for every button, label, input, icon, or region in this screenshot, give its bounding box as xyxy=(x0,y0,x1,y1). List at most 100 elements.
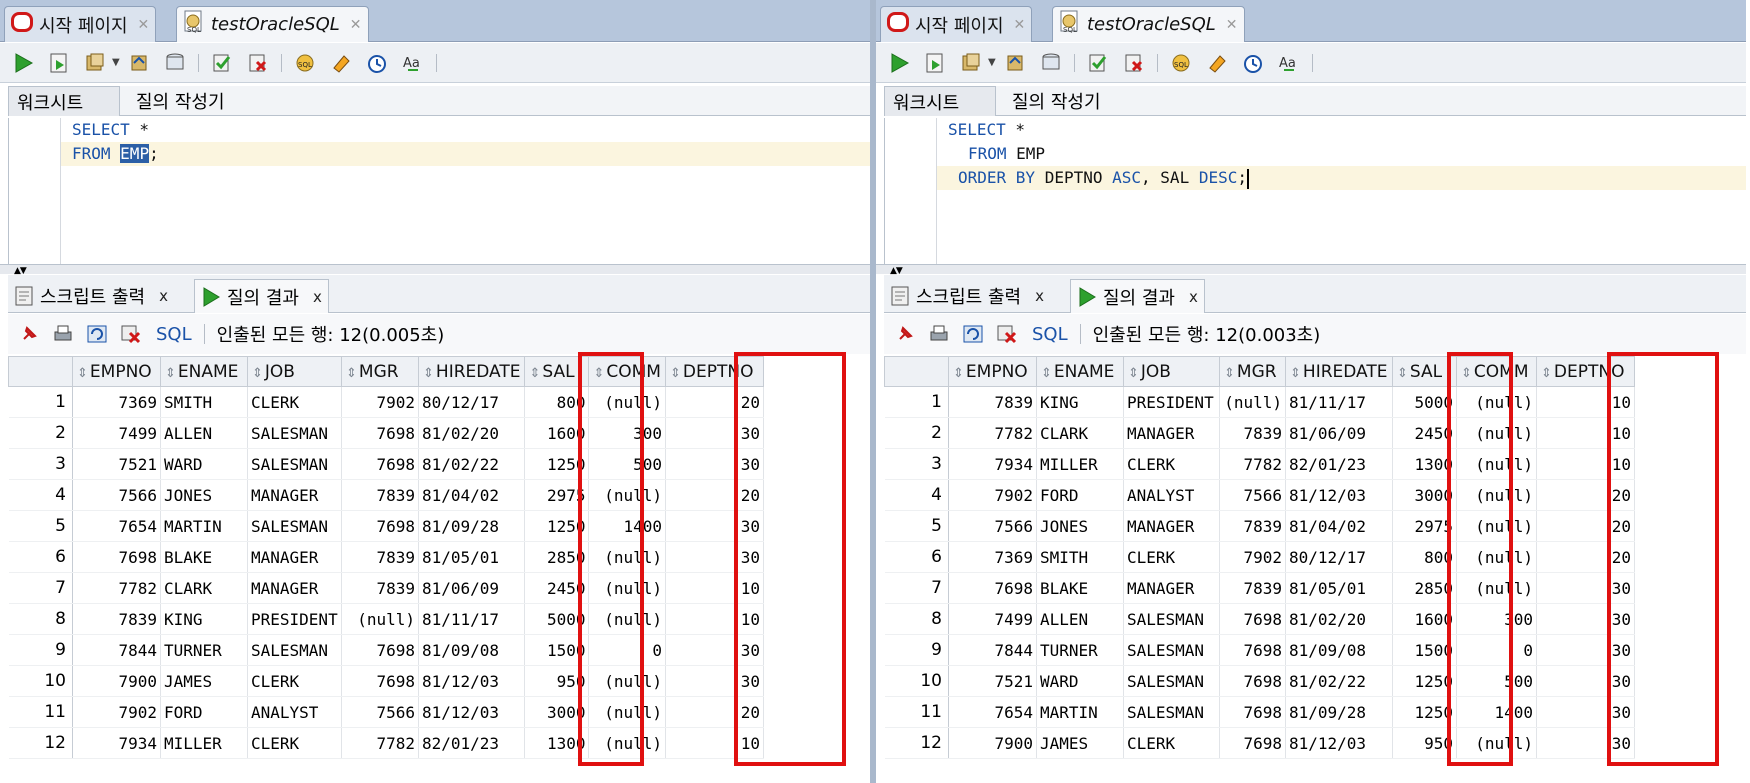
table-cell[interactable]: 30 xyxy=(1536,727,1635,759)
table-cell[interactable]: 1300 xyxy=(524,727,590,759)
table-cell[interactable]: 7566 xyxy=(341,696,419,728)
table-cell[interactable]: 7844 xyxy=(72,634,161,666)
table-cell[interactable]: 81/02/20 xyxy=(418,417,526,449)
pin-icon[interactable] xyxy=(892,321,918,347)
table-cell[interactable]: 81/09/08 xyxy=(1285,634,1393,666)
table-cell[interactable]: (null) xyxy=(588,727,666,759)
table-cell[interactable]: WARD xyxy=(1036,665,1124,697)
table-cell[interactable]: 7698 xyxy=(341,448,419,480)
tab-test-oracle-sql[interactable]: SQL testOracleSQL ✕ xyxy=(1052,6,1245,42)
table-cell[interactable]: 7902 xyxy=(341,386,419,418)
column-header[interactable]: ⇕ ENAME xyxy=(160,356,248,387)
table-cell[interactable]: 1400 xyxy=(588,510,666,542)
tab-query-builder[interactable]: 질의 작성기 xyxy=(1004,86,1109,116)
table-cell[interactable]: SALESMAN xyxy=(247,448,342,480)
column-header[interactable]: ⇕ JOB xyxy=(247,356,342,387)
column-header[interactable]: ⇕ EMPNO xyxy=(72,356,161,387)
table-cell[interactable]: MANAGER xyxy=(1123,510,1220,542)
table-cell[interactable]: SALESMAN xyxy=(247,417,342,449)
table-cell[interactable]: 81/09/28 xyxy=(1285,696,1393,728)
table-cell[interactable]: MANAGER xyxy=(247,479,342,511)
table-cell[interactable]: TURNER xyxy=(1036,634,1124,666)
table-cell[interactable]: CLERK xyxy=(247,665,342,697)
tab-script-output[interactable]: 스크립트 출력 x xyxy=(8,279,174,313)
table-cell[interactable]: 7844 xyxy=(948,634,1037,666)
table-cell[interactable]: 0 xyxy=(588,634,666,666)
table-cell[interactable]: 81/05/01 xyxy=(1285,572,1393,604)
table-cell[interactable]: PRESIDENT xyxy=(1123,386,1220,418)
table-row[interactable]: 9 7844 TURNER SALESMAN 7698 81/09/08 1500 0 30 xyxy=(884,634,1635,666)
query-result-grid[interactable]: ⇕ EMPNO ⇕ ENAME ⇕ JOB ⇕ MGR ⇕ HIREDATE ⇕ SAL ⇕… xyxy=(8,356,764,759)
table-cell[interactable]: 7934 xyxy=(72,727,161,759)
table-cell[interactable]: 81/02/22 xyxy=(1285,665,1393,697)
table-cell[interactable]: 7839 xyxy=(1219,417,1286,449)
table-cell[interactable]: 1250 xyxy=(524,510,590,542)
table-cell[interactable]: 10 xyxy=(1536,386,1635,418)
table-row[interactable]: 1 7369 SMITH CLERK 7902 80/12/17 800 (null) 20 xyxy=(8,386,764,418)
table-cell[interactable]: 30 xyxy=(665,665,764,697)
sql-tuning-icon[interactable]: SQL xyxy=(1168,50,1194,76)
table-cell[interactable]: 7654 xyxy=(72,510,161,542)
eraser-icon[interactable] xyxy=(328,50,354,76)
table-cell[interactable]: 81/06/09 xyxy=(418,572,526,604)
table-cell[interactable]: (null) xyxy=(341,603,419,635)
table-cell[interactable]: 7839 xyxy=(1219,572,1286,604)
table-cell[interactable]: 2975 xyxy=(524,479,590,511)
tab-worksheet[interactable]: 워크시트 xyxy=(884,86,996,116)
table-cell[interactable]: JONES xyxy=(160,479,248,511)
table-row[interactable]: 4 7902 FORD ANALYST 7566 81/12/03 3000 (null) 20 xyxy=(884,479,1635,511)
table-cell[interactable]: 500 xyxy=(1456,665,1537,697)
table-cell[interactable]: MANAGER xyxy=(247,541,342,573)
table-cell[interactable]: 10 xyxy=(1536,417,1635,449)
table-cell[interactable]: 30 xyxy=(1536,634,1635,666)
table-row[interactable]: 11 7654 MARTIN SALESMAN 7698 81/09/28 1250 1400… xyxy=(884,696,1635,728)
table-cell[interactable]: 81/05/01 xyxy=(418,541,526,573)
table-cell[interactable]: MILLER xyxy=(1036,448,1124,480)
tab-query-builder[interactable]: 질의 작성기 xyxy=(128,86,233,116)
table-cell[interactable]: 30 xyxy=(1536,696,1635,728)
table-cell[interactable]: 81/12/03 xyxy=(1285,727,1393,759)
table-cell[interactable]: 20 xyxy=(665,696,764,728)
table-cell[interactable]: 81/02/22 xyxy=(418,448,526,480)
commit-icon[interactable] xyxy=(82,50,108,76)
sql-editor[interactable]: SELECT * FROM EMP ORDER BY DEPTNO ASC, S… xyxy=(884,118,1746,264)
format-icon[interactable]: Aa xyxy=(400,50,426,76)
code-line-1[interactable]: SELECT * xyxy=(61,118,870,142)
table-cell[interactable]: (null) xyxy=(588,696,666,728)
table-cell[interactable]: 81/09/08 xyxy=(418,634,526,666)
rollback-icon[interactable] xyxy=(126,50,152,76)
table-cell[interactable]: 20 xyxy=(1536,479,1635,511)
column-header[interactable]: ⇕ ENAME xyxy=(1036,356,1124,387)
table-cell[interactable]: 3000 xyxy=(524,696,590,728)
table-cell[interactable]: (null) xyxy=(1456,572,1537,604)
table-cell[interactable]: 7782 xyxy=(72,572,161,604)
table-cell[interactable]: 1250 xyxy=(1392,696,1457,728)
table-cell[interactable]: (null) xyxy=(588,603,666,635)
table-cell[interactable]: 500 xyxy=(588,448,666,480)
table-row[interactable]: 10 7900 JAMES CLERK 7698 81/12/03 950 (null) 30 xyxy=(8,665,764,697)
code-line-1[interactable]: SELECT * xyxy=(937,118,1746,142)
column-header[interactable]: ⇕ HIREDATE xyxy=(1285,356,1393,387)
table-row[interactable]: 3 7934 MILLER CLERK 7782 82/01/23 1300 (null) 10 xyxy=(884,448,1635,480)
table-cell[interactable]: ALLEN xyxy=(160,417,248,449)
table-cell[interactable]: (null) xyxy=(588,479,666,511)
table-cell[interactable]: 7698 xyxy=(1219,634,1286,666)
cancel-query-icon[interactable] xyxy=(118,321,144,347)
table-cell[interactable]: 7902 xyxy=(948,479,1037,511)
code-line-2[interactable]: FROM EMP xyxy=(937,142,1746,166)
table-cell[interactable]: 81/12/03 xyxy=(1285,479,1393,511)
table-cell[interactable]: 10 xyxy=(665,572,764,604)
table-cell[interactable]: 30 xyxy=(665,634,764,666)
table-cell[interactable]: (null) xyxy=(588,541,666,573)
code-line-2[interactable]: FROM EMP; xyxy=(61,142,870,166)
table-cell[interactable]: CLARK xyxy=(1036,417,1124,449)
table-cell[interactable]: 1500 xyxy=(524,634,590,666)
table-cell[interactable]: 950 xyxy=(1392,727,1457,759)
close-icon[interactable]: x xyxy=(1189,288,1198,306)
sql-link[interactable]: SQL xyxy=(156,324,192,345)
table-cell[interactable]: 7566 xyxy=(72,479,161,511)
table-cell[interactable]: 30 xyxy=(1536,603,1635,635)
table-cell[interactable]: 80/12/17 xyxy=(1285,541,1393,573)
run-script-icon[interactable] xyxy=(46,50,72,76)
table-row[interactable]: 12 7934 MILLER CLERK 7782 82/01/23 1300 (null) 1… xyxy=(8,727,764,759)
